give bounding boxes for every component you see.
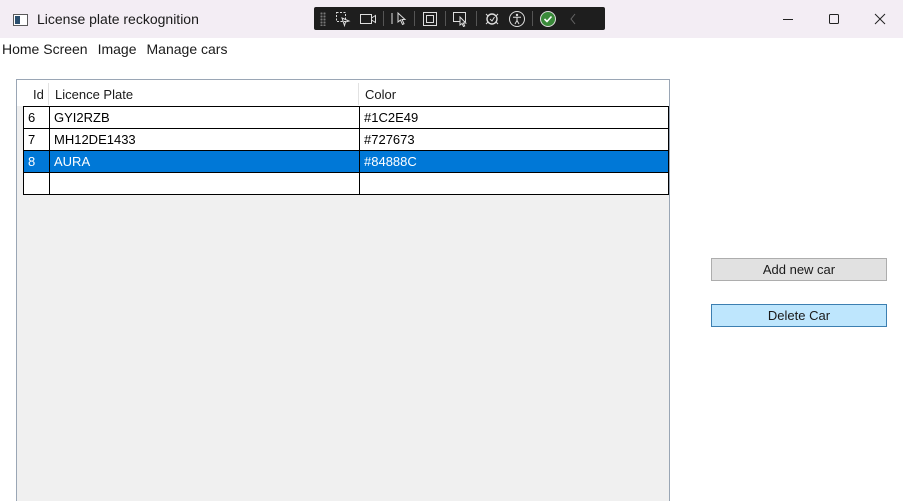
collapse-chevron-icon[interactable]	[562, 9, 584, 29]
cell-id[interactable]: 6	[23, 106, 49, 128]
track-focus-icon[interactable]	[450, 9, 472, 29]
cell-id[interactable]: 7	[23, 128, 49, 150]
column-header-color[interactable]: Color	[359, 80, 396, 106]
cell-color[interactable]	[359, 172, 669, 195]
cell-licence-plate[interactable]	[49, 172, 359, 195]
hot-reload-icon[interactable]	[481, 9, 503, 29]
toolbar-grip-icon[interactable]	[320, 11, 326, 26]
delete-car-button[interactable]: Delete Car	[711, 304, 887, 327]
cell-color[interactable]: #1C2E49	[359, 106, 669, 128]
cars-data-grid[interactable]: Id Licence Plate Color 6 GYI2RZB #1C2E49…	[16, 79, 670, 501]
cell-id[interactable]: 8	[23, 150, 49, 172]
menu-manage-cars[interactable]: Manage cars	[142, 38, 233, 60]
debug-toolbar	[314, 7, 605, 30]
cell-color[interactable]: #84888C	[359, 150, 669, 172]
window-title: License plate reckognition	[37, 11, 199, 27]
table-row[interactable]: 6 GYI2RZB #1C2E49	[23, 106, 669, 128]
grid-rows: 6 GYI2RZB #1C2E49 7 MH12DE1433 #727673 8…	[23, 106, 669, 195]
menu-bar: Home Screen Image Manage cars	[0, 38, 233, 60]
menu-home-screen[interactable]: Home Screen	[0, 38, 93, 60]
column-header-licence-plate[interactable]: Licence Plate	[49, 80, 133, 106]
minimize-icon[interactable]	[765, 0, 811, 38]
title-bar: License plate reckognition	[0, 0, 903, 38]
table-row-selected[interactable]: 8 AURA #84888C	[23, 150, 669, 172]
grid-header: Id Licence Plate Color	[17, 80, 669, 106]
app-window-icon	[13, 14, 28, 26]
layout-adorner-icon[interactable]	[419, 9, 441, 29]
accessibility-icon[interactable]	[506, 9, 528, 29]
close-icon[interactable]	[857, 0, 903, 38]
check-icon[interactable]	[537, 9, 559, 29]
table-row[interactable]: 7 MH12DE1433 #727673	[23, 128, 669, 150]
table-new-row[interactable]	[23, 172, 669, 195]
column-header-id[interactable]: Id	[27, 80, 44, 106]
menu-image[interactable]: Image	[93, 38, 142, 60]
maximize-icon[interactable]	[811, 0, 857, 38]
select-element-icon[interactable]	[332, 9, 354, 29]
cell-color[interactable]: #727673	[359, 128, 669, 150]
cell-licence-plate[interactable]: GYI2RZB	[49, 106, 359, 128]
add-new-car-button[interactable]: Add new car	[711, 258, 887, 281]
window-controls	[765, 0, 903, 38]
cell-licence-plate[interactable]: MH12DE1433	[49, 128, 359, 150]
cell-licence-plate[interactable]: AURA	[49, 150, 359, 172]
record-icon[interactable]	[357, 9, 379, 29]
cell-id[interactable]	[23, 172, 49, 195]
pointer-icon[interactable]	[388, 9, 410, 29]
